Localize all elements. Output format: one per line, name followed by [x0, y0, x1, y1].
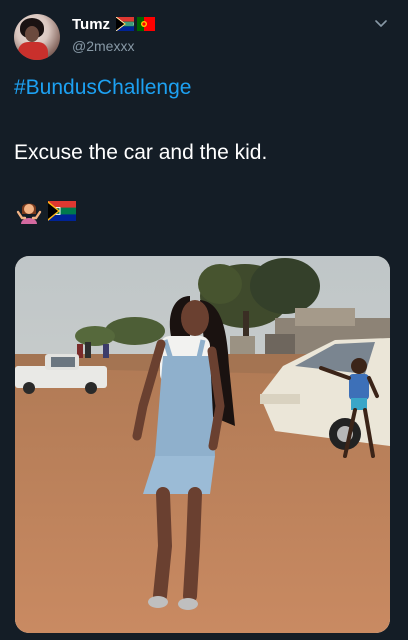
south-africa-flag-emoji [48, 201, 76, 221]
user-handle[interactable]: @2mexxx [72, 37, 134, 55]
hashtag-link[interactable]: #BundusChallenge [14, 75, 191, 101]
tweet-text: Excuse the car and the kid. [14, 141, 268, 164]
avatar-face [25, 26, 39, 42]
photo-scene [15, 256, 390, 633]
chevron-down-icon[interactable] [373, 16, 389, 32]
name-flags [116, 17, 155, 31]
avatar[interactable] [14, 14, 60, 60]
tweet-photo[interactable] [15, 256, 390, 633]
emoji-row [16, 198, 76, 224]
avatar-shirt [18, 42, 48, 60]
south-africa-flag-icon [116, 17, 134, 31]
tweet: Tumz @2mexxx #BundusChallenge Excuse the… [0, 0, 408, 640]
portugal-flag-icon [137, 17, 155, 31]
woman-shrugging-emoji [16, 203, 42, 224]
display-name[interactable]: Tumz [72, 15, 110, 35]
